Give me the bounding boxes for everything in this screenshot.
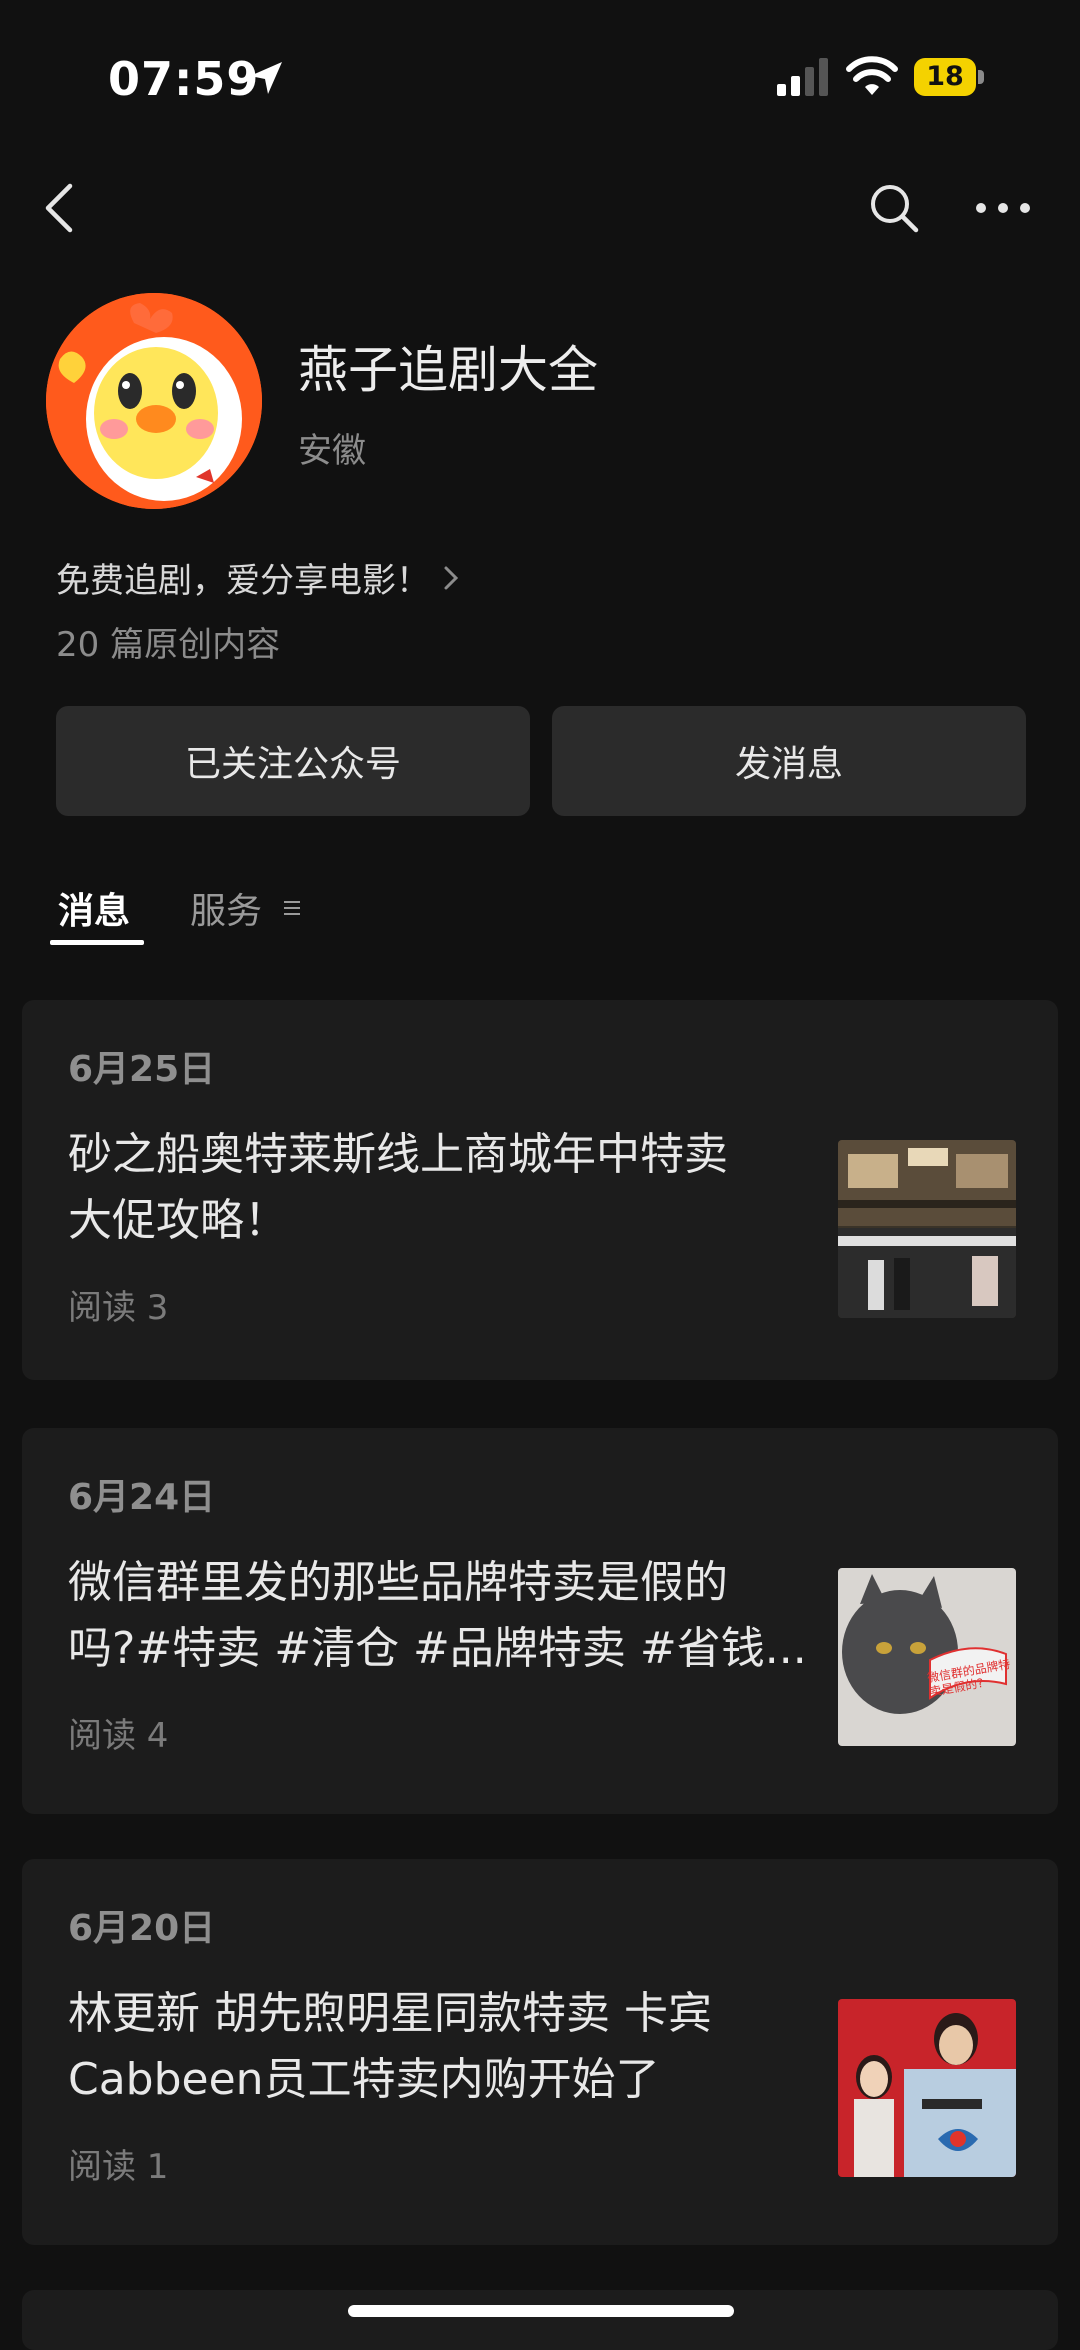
original-article-count: 20 篇原创内容	[56, 625, 281, 665]
article-card[interactable]: 6月24日 微信群里发的那些品牌特卖是假的 吗?#特卖 #清仓 #品牌特卖 #省…	[22, 1428, 1058, 1814]
article-read-count: 阅读 1	[68, 2147, 169, 2187]
more-options-icon[interactable]	[974, 194, 1032, 222]
account-bio-link[interactable]: 免费追剧，爱分享电影！	[56, 553, 460, 602]
account-region: 安徽	[298, 431, 366, 471]
article-date: 6月20日	[68, 1908, 216, 1949]
status-time: 07:59	[108, 52, 260, 106]
account-name: 燕子追剧大全	[298, 341, 598, 399]
article-date: 6月25日	[68, 1049, 216, 1090]
menu-lines-icon	[284, 901, 301, 915]
tab-services-label: 服务	[190, 891, 263, 932]
home-indicator[interactable]	[348, 2305, 734, 2317]
article-title: 微信群里发的那些品牌特卖是假的 吗?#特卖 #清仓 #品牌特卖 #省钱...	[68, 1557, 807, 1674]
send-message-button[interactable]: 发消息	[552, 706, 1026, 816]
article-read-count: 阅读 3	[68, 1288, 169, 1328]
account-bio: 免费追剧，爱分享电影！	[56, 561, 430, 601]
article-thumbnail: 微信群的品牌特卖是假的?	[838, 1568, 1016, 1746]
article-card[interactable]	[22, 2290, 1058, 2350]
article-thumbnail	[838, 1999, 1016, 2177]
chevron-right-icon	[444, 566, 459, 589]
tab-messages[interactable]: 消息	[58, 882, 130, 934]
active-tab-indicator	[50, 940, 144, 945]
chick-mascot-icon	[46, 293, 262, 509]
article-read-count: 阅读 4	[68, 1716, 169, 1756]
location-arrow-icon	[250, 62, 282, 94]
article-date: 6月24日	[68, 1477, 216, 1518]
article-title: 林更新 胡先煦明星同款特卖 卡宾 Cabbeen员工特卖内购开始了	[68, 1988, 712, 2105]
article-thumbnail	[838, 1140, 1016, 1318]
search-icon[interactable]	[868, 182, 920, 234]
article-card[interactable]: 6月20日 林更新 胡先煦明星同款特卖 卡宾 Cabbeen员工特卖内购开始了 …	[22, 1859, 1058, 2245]
battery-indicator: 18	[914, 58, 988, 98]
wifi-icon	[846, 56, 898, 95]
cellular-signal-icon	[777, 58, 828, 96]
account-avatar[interactable]	[46, 293, 262, 509]
battery-level: 18	[926, 61, 964, 92]
back-arrow-icon[interactable]	[40, 180, 80, 236]
tab-services[interactable]: 服务	[190, 882, 302, 934]
followed-account-button[interactable]: 已关注公众号	[56, 706, 530, 816]
article-title: 砂之船奥特莱斯线上商城年中特卖 大促攻略！	[68, 1129, 728, 1246]
article-card[interactable]: 6月25日 砂之船奥特莱斯线上商城年中特卖 大促攻略！ 阅读 3	[22, 1000, 1058, 1380]
